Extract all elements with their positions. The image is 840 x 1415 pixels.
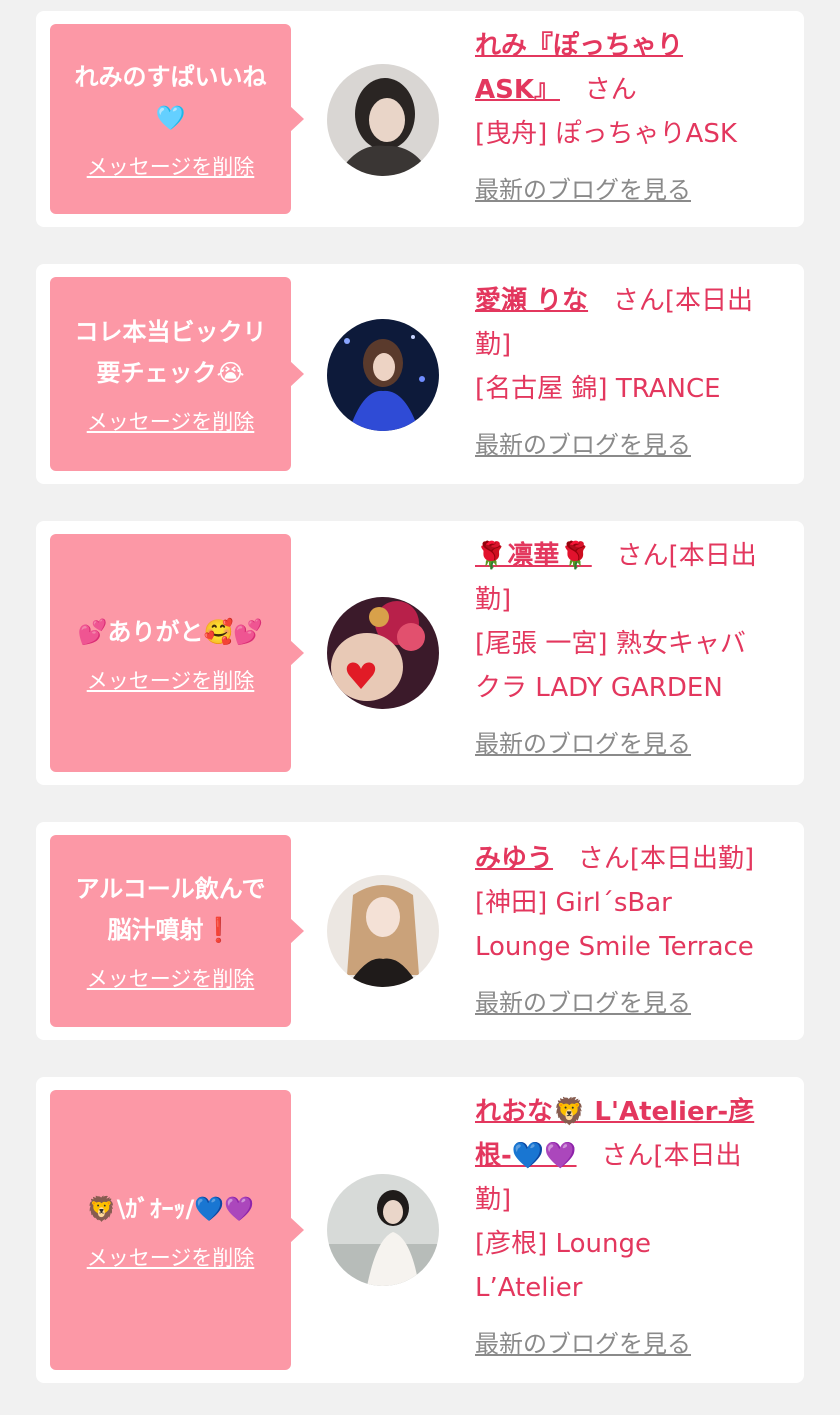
cast-info: みゆう さん[本日出勤] [神田] Girl´sBar Lounge Smile … <box>475 837 797 1018</box>
cast-info: れみ『ぽっちゃり ASK』 さん [曳舟] ぽっちゃりASK 最新のブログを見る <box>475 24 797 205</box>
honorific: さん[本日出勤] <box>577 844 755 874</box>
delete-message-link[interactable]: メッセージを削除 <box>87 151 255 181</box>
latest-blog-link[interactable]: 最新のブログを見る <box>475 1324 691 1359</box>
cast-name-link[interactable]: れみ『ぽっちゃり ASK』 <box>475 31 683 105</box>
avatar-photo <box>327 319 439 431</box>
latest-blog-link[interactable]: 最新のブログを見る <box>475 983 691 1018</box>
message-text: コレ本当ビックリ 要チェック😭 <box>74 318 267 387</box>
message-card: アルコール飲んで 脳汁噴射❗️ メッセージを削除 みゆう さん[本日出勤] [神… <box>36 822 804 1040</box>
cast-info: れおな🦁 L'Atelier-彦 根-💙💜 さん[本日出 勤] [彦根] Loung… <box>475 1090 797 1359</box>
honorific: さん[本日出 <box>612 286 754 316</box>
avatar-photo <box>327 1174 439 1286</box>
message-text: アルコール飲んで 脳汁噴射❗️ <box>75 875 266 944</box>
message-bubble: れみのすぱいいね 🩵 メッセージを削除 <box>50 24 304 214</box>
avatar-photo <box>327 64 439 176</box>
honorific-cont: 勤] <box>475 1185 512 1215</box>
message-text: 🦁\ｶﾞｵｰｯ/💙💜 <box>86 1194 255 1223</box>
shop-info: [曳舟] ぽっちゃりASK <box>475 119 737 149</box>
latest-blog-link[interactable]: 最新のブログを見る <box>475 724 691 759</box>
message-bubble: 💕ありがと🥰💕 メッセージを削除 <box>50 534 304 772</box>
message-card: コレ本当ビックリ 要チェック😭 メッセージを削除 愛瀬 りな さん[本日出勤] … <box>36 264 804 484</box>
message-bubble: コレ本当ビックリ 要チェック😭 メッセージを削除 <box>50 277 304 471</box>
honorific-cont: 勤] <box>475 585 512 615</box>
honorific-cont: 勤] <box>475 330 512 360</box>
delete-message-link[interactable]: メッセージを削除 <box>87 665 255 695</box>
cast-name-link[interactable]: みゆう <box>475 844 553 874</box>
avatar-photo <box>327 875 439 987</box>
cast-name-link[interactable]: 🌹凛華🌹 <box>475 541 592 571</box>
message-bubble: 🦁\ｶﾞｵｰｯ/💙💜 メッセージを削除 <box>50 1090 304 1370</box>
delete-message-link[interactable]: メッセージを削除 <box>87 406 255 436</box>
honorific: さん[本日出 <box>601 1141 742 1171</box>
cast-name-link[interactable]: 愛瀬 りな <box>475 286 588 316</box>
cast-info: 🌹凛華🌹 さん[本日出勤] [尾張 一宮] 熟女キャバ クラ LADY GARDE… <box>475 534 797 759</box>
shop-info: [神田] Girl´sBar Lounge Smile Terrace <box>475 888 754 962</box>
avatar-photo <box>327 597 439 709</box>
latest-blog-link[interactable]: 最新のブログを見る <box>475 170 691 205</box>
honorific: さん[本日出 <box>616 541 757 571</box>
shop-info: [名古屋 錦] TRANCE <box>475 374 721 404</box>
delete-message-link[interactable]: メッセージを削除 <box>87 963 255 993</box>
avatar[interactable] <box>327 1174 439 1286</box>
delete-message-link[interactable]: メッセージを削除 <box>87 1242 255 1272</box>
message-text: れみのすぱいいね 🩵 <box>74 63 267 132</box>
avatar[interactable] <box>327 64 439 176</box>
avatar[interactable] <box>327 319 439 431</box>
latest-blog-link[interactable]: 最新のブログを見る <box>475 425 691 460</box>
message-card: 💕ありがと🥰💕 メッセージを削除 🌹凛華🌹 さん[本日出勤] [尾張 一宮] 熟… <box>36 521 804 785</box>
message-card: 🦁\ｶﾞｵｰｯ/💙💜 メッセージを削除 れおな🦁 L'Atelier-彦 根-💙💜… <box>36 1077 804 1383</box>
shop-info: [尾張 一宮] 熟女キャバ クラ LADY GARDEN <box>475 629 746 703</box>
shop-info: [彦根] Lounge L’Atelier <box>475 1229 651 1303</box>
message-card: れみのすぱいいね 🩵 メッセージを削除 れみ『ぽっちゃり ASK』 さん [曳舟]… <box>36 11 804 227</box>
message-list: れみのすぱいいね 🩵 メッセージを削除 れみ『ぽっちゃり ASK』 さん [曳舟]… <box>0 0 840 1415</box>
message-bubble: アルコール飲んで 脳汁噴射❗️ メッセージを削除 <box>50 835 304 1027</box>
avatar[interactable] <box>327 875 439 987</box>
avatar[interactable] <box>327 597 439 709</box>
cast-info: 愛瀬 りな さん[本日出勤] [名古屋 錦] TRANCE 最新のブログを見る <box>475 279 797 460</box>
message-text: 💕ありがと🥰💕 <box>77 617 264 646</box>
honorific: さん <box>584 75 637 105</box>
